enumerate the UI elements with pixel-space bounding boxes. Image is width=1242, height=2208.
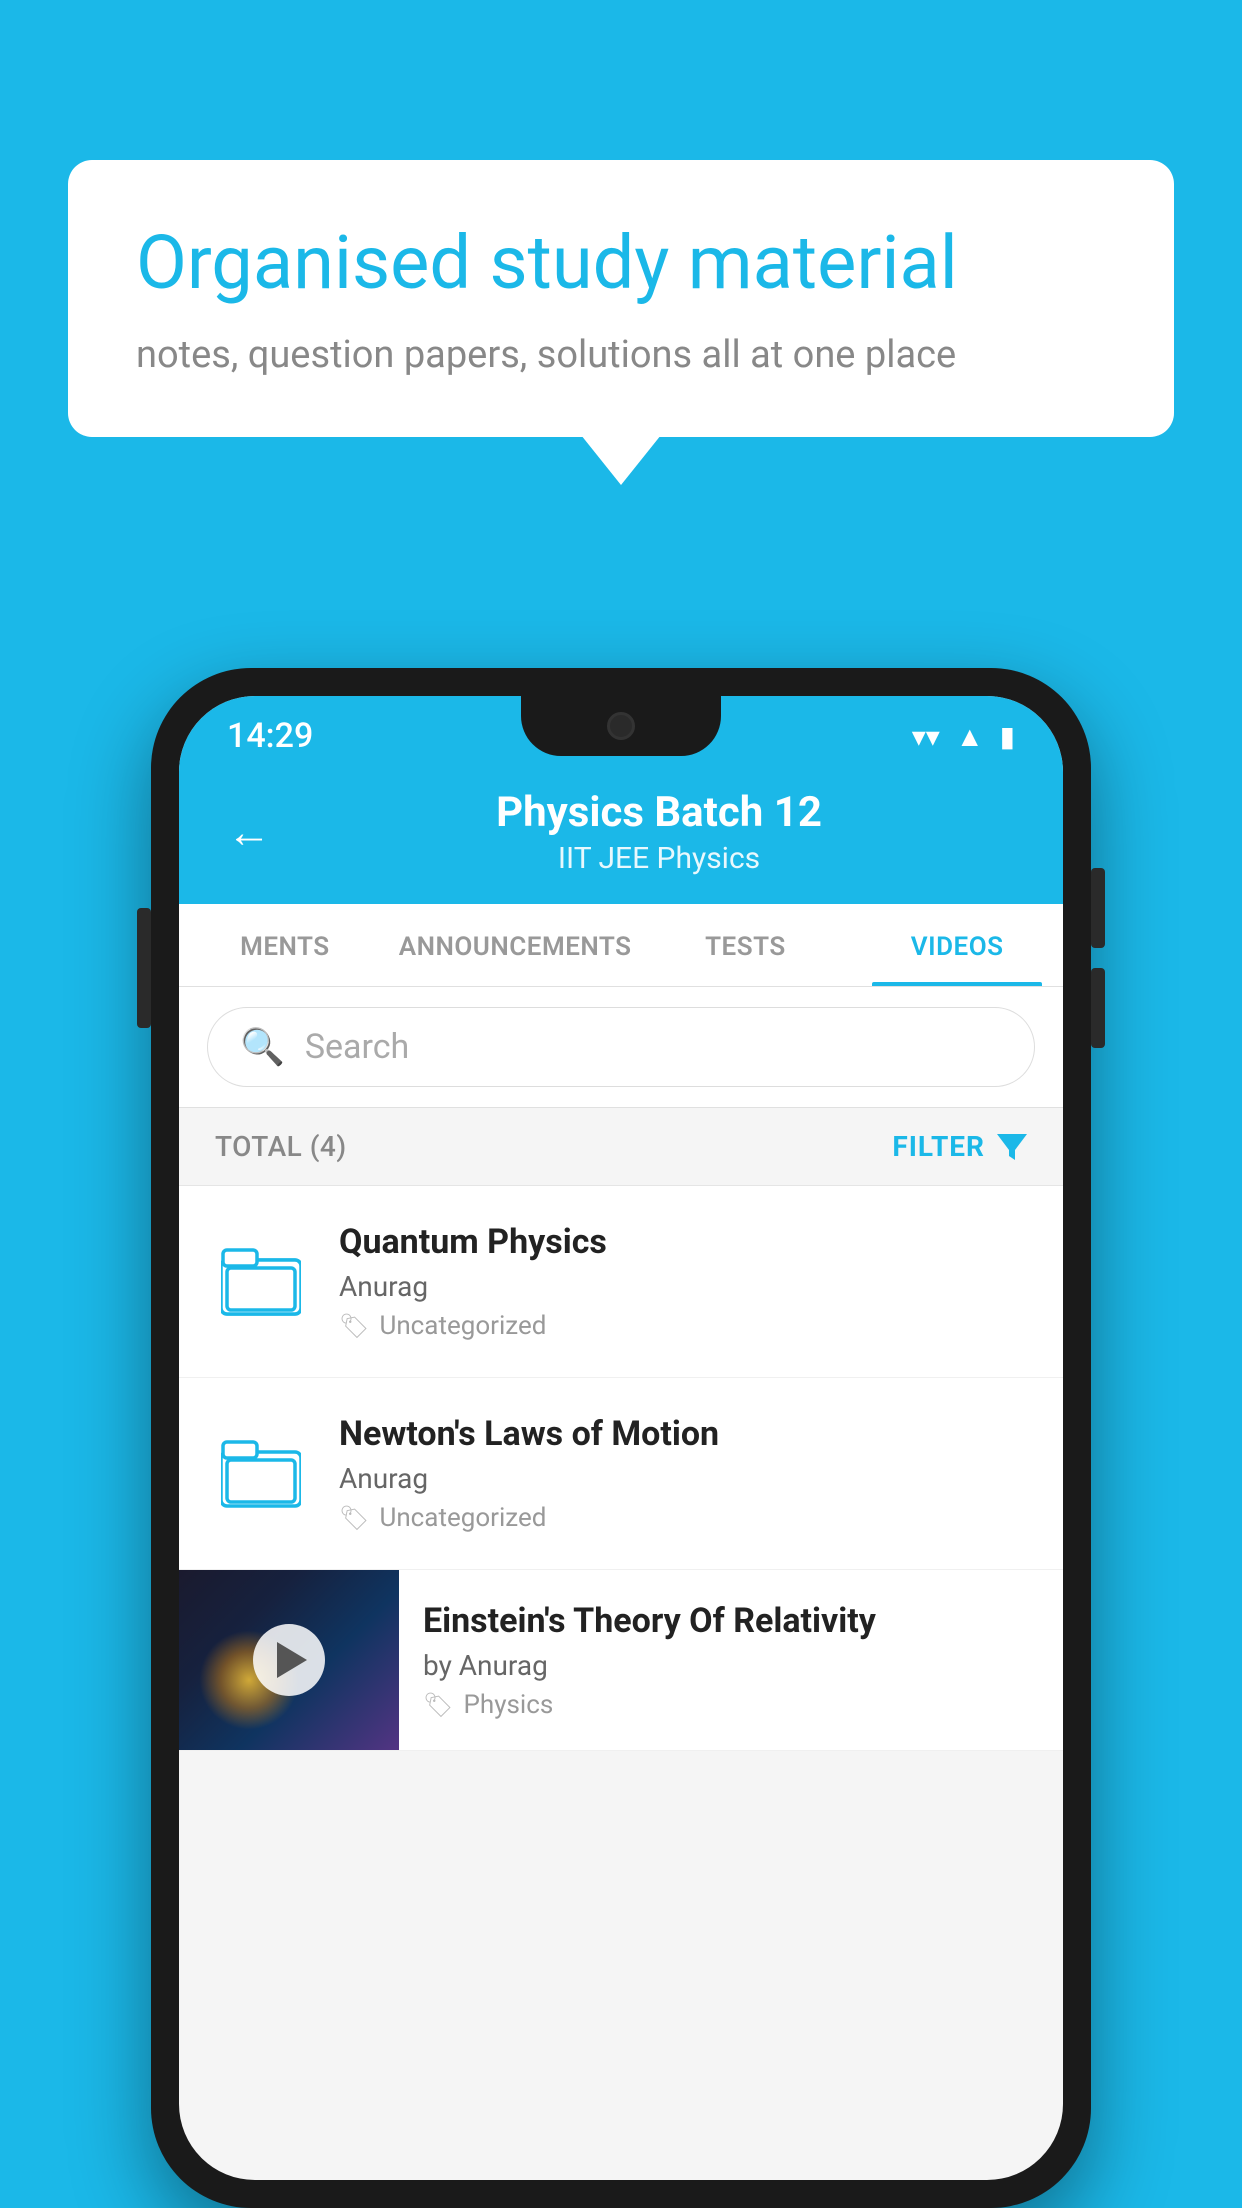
video-author: by Anurag [423,1649,1007,1682]
signal-icon: ▲ [956,720,984,753]
video-folder-icon [211,1246,311,1318]
video-author: Anurag [339,1462,1031,1495]
play-button[interactable] [253,1624,325,1696]
total-label: TOTAL (4) [215,1130,347,1163]
status-icons: ▾▾ ▲ ▮ [912,720,1015,753]
video-tag: 🏷 Uncategorized [339,1311,1031,1341]
video-title: Quantum Physics [339,1222,1031,1262]
back-button[interactable]: ← [227,810,271,854]
list-item[interactable]: Einstein's Theory Of Relativity by Anura… [179,1570,1063,1751]
tab-videos[interactable]: VIDEOS [851,904,1063,986]
play-icon [277,1642,307,1678]
bubble-subtitle: notes, question papers, solutions all at… [136,333,1106,377]
search-icon: 🔍 [240,1026,285,1068]
list-item[interactable]: Quantum Physics Anurag 🏷 Uncategorized [179,1186,1063,1378]
power-button[interactable] [137,908,151,1028]
video-folder-icon [211,1438,311,1510]
video-tag: 🏷 Uncategorized [339,1503,1031,1533]
video-list: Quantum Physics Anurag 🏷 Uncategorized [179,1186,1063,1751]
video-thumbnail [179,1570,399,1750]
wifi-icon: ▾▾ [912,720,940,753]
battery-icon: ▮ [1000,720,1015,753]
header-subtitle: IIT JEE Physics [303,841,1015,876]
tag-icon: 🏷 [339,1312,369,1340]
tab-tests[interactable]: TESTS [640,904,852,986]
tabs-bar: MENTS ANNOUNCEMENTS TESTS VIDEOS [179,904,1063,987]
header-title-group: Physics Batch 12 IIT JEE Physics [303,788,1015,876]
tag-icon: 🏷 [339,1504,369,1532]
speech-bubble: Organised study material notes, question… [68,160,1174,437]
folder-svg-icon [221,1246,301,1318]
tab-ments[interactable]: MENTS [179,904,391,986]
video-title: Newton's Laws of Motion [339,1414,1031,1454]
front-camera [607,712,635,740]
filter-icon [997,1134,1027,1160]
folder-svg-icon [221,1438,301,1510]
list-item[interactable]: Newton's Laws of Motion Anurag 🏷 Uncateg… [179,1378,1063,1570]
bubble-title: Organised study material [136,220,1106,309]
video-info: Quantum Physics Anurag 🏷 Uncategorized [339,1222,1031,1341]
filter-button[interactable]: FILTER [892,1130,1027,1163]
tag-icon: 🏷 [423,1691,453,1719]
filter-bar: TOTAL (4) FILTER [179,1108,1063,1186]
phone-screen: 14:29 ▾▾ ▲ ▮ ← Physics Batch 12 IIT JEE … [179,696,1063,2180]
phone-frame: 14:29 ▾▾ ▲ ▮ ← Physics Batch 12 IIT JEE … [151,668,1091,2208]
video-info: Newton's Laws of Motion Anurag 🏷 Uncateg… [339,1414,1031,1533]
search-bar[interactable]: 🔍 Search [207,1007,1035,1087]
phone-notch [521,696,721,756]
header-title: Physics Batch 12 [303,788,1015,837]
app-header: ← Physics Batch 12 IIT JEE Physics [179,768,1063,904]
speech-bubble-container: Organised study material notes, question… [68,160,1174,437]
video-info: Einstein's Theory Of Relativity by Anura… [399,1573,1031,1748]
search-container: 🔍 Search [179,987,1063,1108]
tab-announcements[interactable]: ANNOUNCEMENTS [391,904,640,986]
video-author: Anurag [339,1270,1031,1303]
volume-up-button[interactable] [1091,868,1105,948]
video-tag: 🏷 Physics [423,1690,1007,1720]
video-title: Einstein's Theory Of Relativity [423,1601,1007,1641]
search-placeholder: Search [305,1027,409,1067]
status-time: 14:29 [227,716,313,756]
volume-down-button[interactable] [1091,968,1105,1048]
